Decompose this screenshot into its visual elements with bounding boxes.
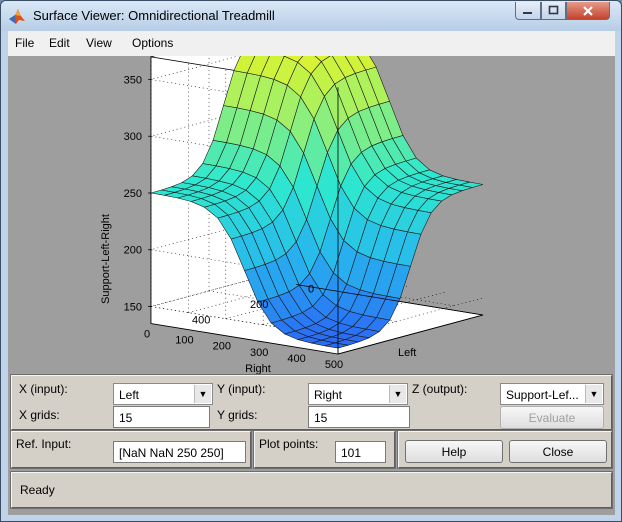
x-grids-input[interactable]: 15 xyxy=(113,406,210,428)
right-tick-label: 400 xyxy=(287,353,305,365)
left-tick-label: 400 xyxy=(192,315,210,327)
client-area: File Edit View Options 150 200 250 300 350 0 1… xyxy=(8,17,615,515)
z-axis-label: Support-Left-Right xyxy=(100,214,112,304)
x-input-value: Left xyxy=(119,388,140,402)
chevron-down-icon: ▼ xyxy=(194,385,211,403)
left-tick-label: 200 xyxy=(250,299,268,311)
x-grids-label: X grids: xyxy=(19,408,60,422)
status-bar: Ready xyxy=(10,471,613,509)
menu-edit[interactable]: Edit xyxy=(49,36,70,50)
z-tick-label: 200 xyxy=(124,245,142,257)
axis-settings-panel: X (input): Left ▼ Y (input): Right ▼ Z (… xyxy=(10,374,613,431)
status-text: Ready xyxy=(20,483,55,497)
chevron-down-icon: ▼ xyxy=(389,385,406,403)
chevron-down-icon: ▼ xyxy=(585,385,602,403)
z-tick-label: 150 xyxy=(124,301,142,313)
plot-points-label: Plot points: xyxy=(259,437,319,451)
maximize-icon xyxy=(548,5,558,15)
action-buttons-panel: Help Close xyxy=(397,430,613,469)
ref-input-field[interactable]: [NaN NaN 250 250] xyxy=(113,441,246,463)
z-output-select[interactable]: Support-Lef... ▼ xyxy=(500,383,604,405)
z-tick-label: 250 xyxy=(124,188,142,200)
y-input-label: Y (input): xyxy=(217,382,266,396)
minimize-button[interactable] xyxy=(515,2,541,20)
matlab-app-icon xyxy=(9,9,25,24)
left-tick-label: 0 xyxy=(308,284,314,296)
maximize-button[interactable] xyxy=(541,2,566,20)
evaluate-button[interactable]: Evaluate xyxy=(500,406,604,429)
menu-view[interactable]: View xyxy=(86,36,112,50)
y-input-value: Right xyxy=(314,388,343,402)
right-tick-label: 500 xyxy=(325,359,343,371)
right-tick-label: 0 xyxy=(144,329,150,341)
z-output-value: Support-Lef... xyxy=(506,388,579,402)
menu-options[interactable]: Options xyxy=(132,36,173,50)
ref-input-label: Ref. Input: xyxy=(16,437,72,451)
y-grids-label: Y grids: xyxy=(217,408,258,422)
plot-area[interactable]: 150 200 250 300 350 0 100 200 300 400 500 0 200 400 Su… xyxy=(8,17,615,375)
x-input-label: X (input): xyxy=(19,382,68,396)
right-tick-label: 300 xyxy=(250,347,268,359)
surface-plot[interactable]: 150 200 250 300 350 0 100 200 300 400 500 0 200 400 Su… xyxy=(8,17,615,375)
y-grids-input[interactable]: 15 xyxy=(308,406,410,428)
menu-file[interactable]: File xyxy=(15,36,34,50)
minimize-icon xyxy=(523,11,532,14)
plot-points-input[interactable]: 101 xyxy=(335,441,386,463)
right-tick-label: 100 xyxy=(175,335,193,347)
z-output-label: Z (output): xyxy=(412,382,468,396)
left-axis-label: Left xyxy=(398,347,416,359)
help-button[interactable]: Help xyxy=(405,440,503,463)
close-window-button[interactable] xyxy=(566,2,610,20)
right-tick-label: 200 xyxy=(213,341,231,353)
close-button[interactable]: Close xyxy=(509,440,607,463)
right-axis-label: Right xyxy=(245,363,271,374)
plot-points-panel: Plot points: 101 xyxy=(253,430,396,469)
menu-bar: File Edit View Options xyxy=(8,31,615,57)
y-input-select[interactable]: Right ▼ xyxy=(308,383,408,405)
z-tick-label: 350 xyxy=(124,74,142,86)
window-title: Surface Viewer: Omnidirectional Treadmil… xyxy=(33,8,275,23)
close-icon xyxy=(583,5,593,16)
ref-input-panel: Ref. Input: [NaN NaN 250 250] xyxy=(10,430,252,469)
title-bar[interactable]: Surface Viewer: Omnidirectional Treadmil… xyxy=(1,1,621,31)
surface-viewer-window: Surface Viewer: Omnidirectional Treadmil… xyxy=(0,0,622,522)
x-input-select[interactable]: Left ▼ xyxy=(113,383,213,405)
z-tick-label: 300 xyxy=(124,131,142,143)
